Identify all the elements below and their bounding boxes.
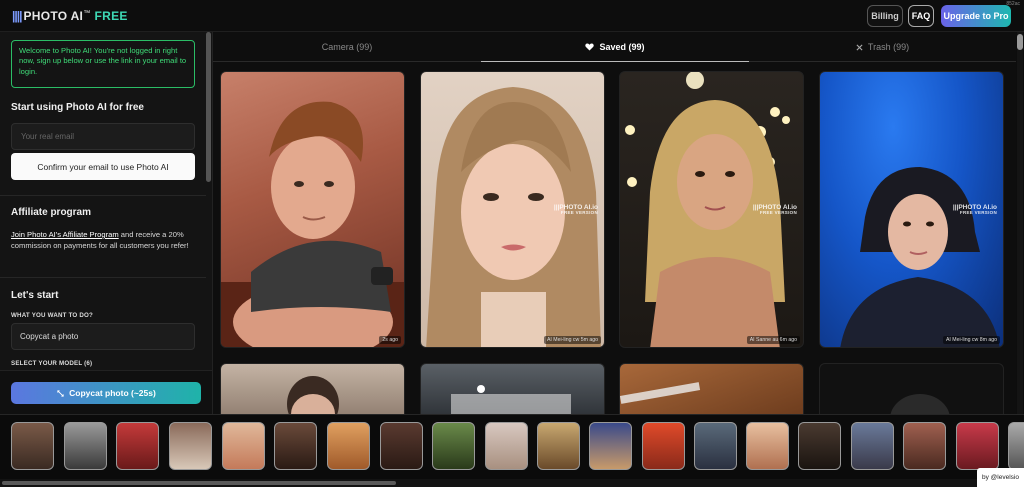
photo-card[interactable]: 2s ago xyxy=(220,71,405,348)
photo-card[interactable]: |||PHOTO AI.io FREE VERSION AI Sanne au 6… xyxy=(619,71,804,348)
thumbnail-item[interactable] xyxy=(851,422,894,470)
sidebar-action-bar: Copycat photo (~25s) xyxy=(0,370,212,414)
thumbnail-item[interactable] xyxy=(589,422,632,470)
affiliate-text: Join Photo AI's Affiliate Program and re… xyxy=(11,230,189,250)
photo-card[interactable]: |||PHOTO AI.io FREE VERSION AI Mei-ling c… xyxy=(420,71,605,348)
upgrade-to-pro-button[interactable]: Upgrade to Pro xyxy=(941,5,1011,27)
affiliate-link[interactable]: Join Photo AI's Affiliate Program xyxy=(11,230,119,239)
photo-credit: AI Mei-ling cw 8m ago xyxy=(942,336,1000,344)
thumbnail-item[interactable] xyxy=(222,422,265,470)
thumbnail-item[interactable] xyxy=(694,422,737,470)
lets-start-heading: Let's start xyxy=(11,290,59,301)
photo-credit: AI Sanne au 6m ago xyxy=(746,336,800,344)
thumbnail-item[interactable] xyxy=(903,422,946,470)
photo-card[interactable] xyxy=(819,363,1004,414)
thumbnail-item[interactable] xyxy=(1008,422,1024,470)
divider xyxy=(0,195,206,196)
photo-thumbnail xyxy=(451,385,571,414)
photo-credit: 2s ago xyxy=(379,336,401,344)
gallery-scroll-thumb[interactable] xyxy=(1017,34,1023,50)
thumbnail-item[interactable] xyxy=(537,422,580,470)
start-heading: Start using Photo AI for free xyxy=(11,102,144,113)
photo-card[interactable] xyxy=(619,363,804,414)
thumbnail-item[interactable] xyxy=(798,422,841,470)
thumbnail-item[interactable] xyxy=(64,422,107,470)
portrait-man-image xyxy=(221,101,404,347)
watermark: |||PHOTO AI.io FREE VERSION xyxy=(553,204,598,216)
photo-thumbnail xyxy=(287,376,339,414)
main-gallery: Camera (99) Saved (99) Trash (99) 2s ago… xyxy=(213,32,1016,414)
photo-card[interactable] xyxy=(220,363,405,414)
affiliate-heading: Affiliate program xyxy=(11,207,92,218)
thumbnail-item[interactable] xyxy=(380,422,423,470)
thumbnail-item[interactable] xyxy=(485,422,528,470)
login-notice: Welcome to Photo AI! You're not logged i… xyxy=(11,40,195,88)
email-input[interactable] xyxy=(11,123,195,150)
faq-button[interactable]: FAQ xyxy=(908,5,934,27)
copycat-photo-button[interactable]: Copycat photo (~25s) xyxy=(11,382,201,404)
camera-swap-icon xyxy=(56,389,65,398)
sidebar: Welcome to Photo AI! You're not logged i… xyxy=(0,32,213,414)
thumbnail-item[interactable] xyxy=(274,422,317,470)
photo-ai-logo[interactable]: |||| PHOTO AI™ FREE xyxy=(12,9,128,23)
gallery-scrollbar[interactable] xyxy=(1017,32,1023,414)
thumbnail-item[interactable] xyxy=(169,422,212,470)
photo-credit: AI Mei-ling cw 5m ago xyxy=(543,336,601,344)
thumbnail-item[interactable] xyxy=(642,422,685,470)
confirm-email-button[interactable]: Confirm your email to use Photo AI xyxy=(11,153,195,180)
what-to-do-label: WHAT YOU WANT TO DO? xyxy=(11,312,94,319)
gallery-tabs: Camera (99) Saved (99) Trash (99) xyxy=(213,32,1016,62)
thumbnail-item[interactable] xyxy=(116,422,159,470)
tab-saved[interactable]: Saved (99) xyxy=(481,32,749,62)
sidebar-scrollbar[interactable] xyxy=(206,32,211,182)
style-thumbnail-strip: by @levelsio xyxy=(0,414,1024,487)
photo-thumbnail xyxy=(620,382,701,404)
photo-thumbnail xyxy=(890,394,950,414)
photo-card[interactable]: |||PHOTO AI.io FREE VERSION AI Mei-ling c… xyxy=(819,71,1004,348)
heart-icon xyxy=(585,42,595,51)
tab-camera[interactable]: Camera (99) xyxy=(213,32,481,62)
close-icon xyxy=(856,43,863,51)
billing-button[interactable]: Billing xyxy=(867,5,903,27)
action-select[interactable]: Copycat a photo xyxy=(11,323,195,350)
photo-card[interactable] xyxy=(420,363,605,414)
thumbnail-item[interactable] xyxy=(746,422,789,470)
byline-link[interactable]: by @levelsio xyxy=(977,468,1024,487)
thumbnail-item[interactable] xyxy=(327,422,370,470)
watermark: |||PHOTO AI.io FREE VERSION xyxy=(752,204,797,216)
thumbnail-item[interactable] xyxy=(956,422,999,470)
thumbnail-item[interactable] xyxy=(11,422,54,470)
top-bar: |||| PHOTO AI™ FREE 852ac Billing FAQ Upgr… xyxy=(0,0,1024,32)
watermark: |||PHOTO AI.io FREE VERSION xyxy=(952,204,997,216)
tab-trash[interactable]: Trash (99) xyxy=(749,32,1016,62)
thumbnail-scroll-thumb[interactable] xyxy=(2,481,396,485)
thumbnail-item[interactable] xyxy=(432,422,475,470)
select-model-label: SELECT YOUR MODEL (6) xyxy=(11,360,93,367)
divider xyxy=(0,277,206,278)
